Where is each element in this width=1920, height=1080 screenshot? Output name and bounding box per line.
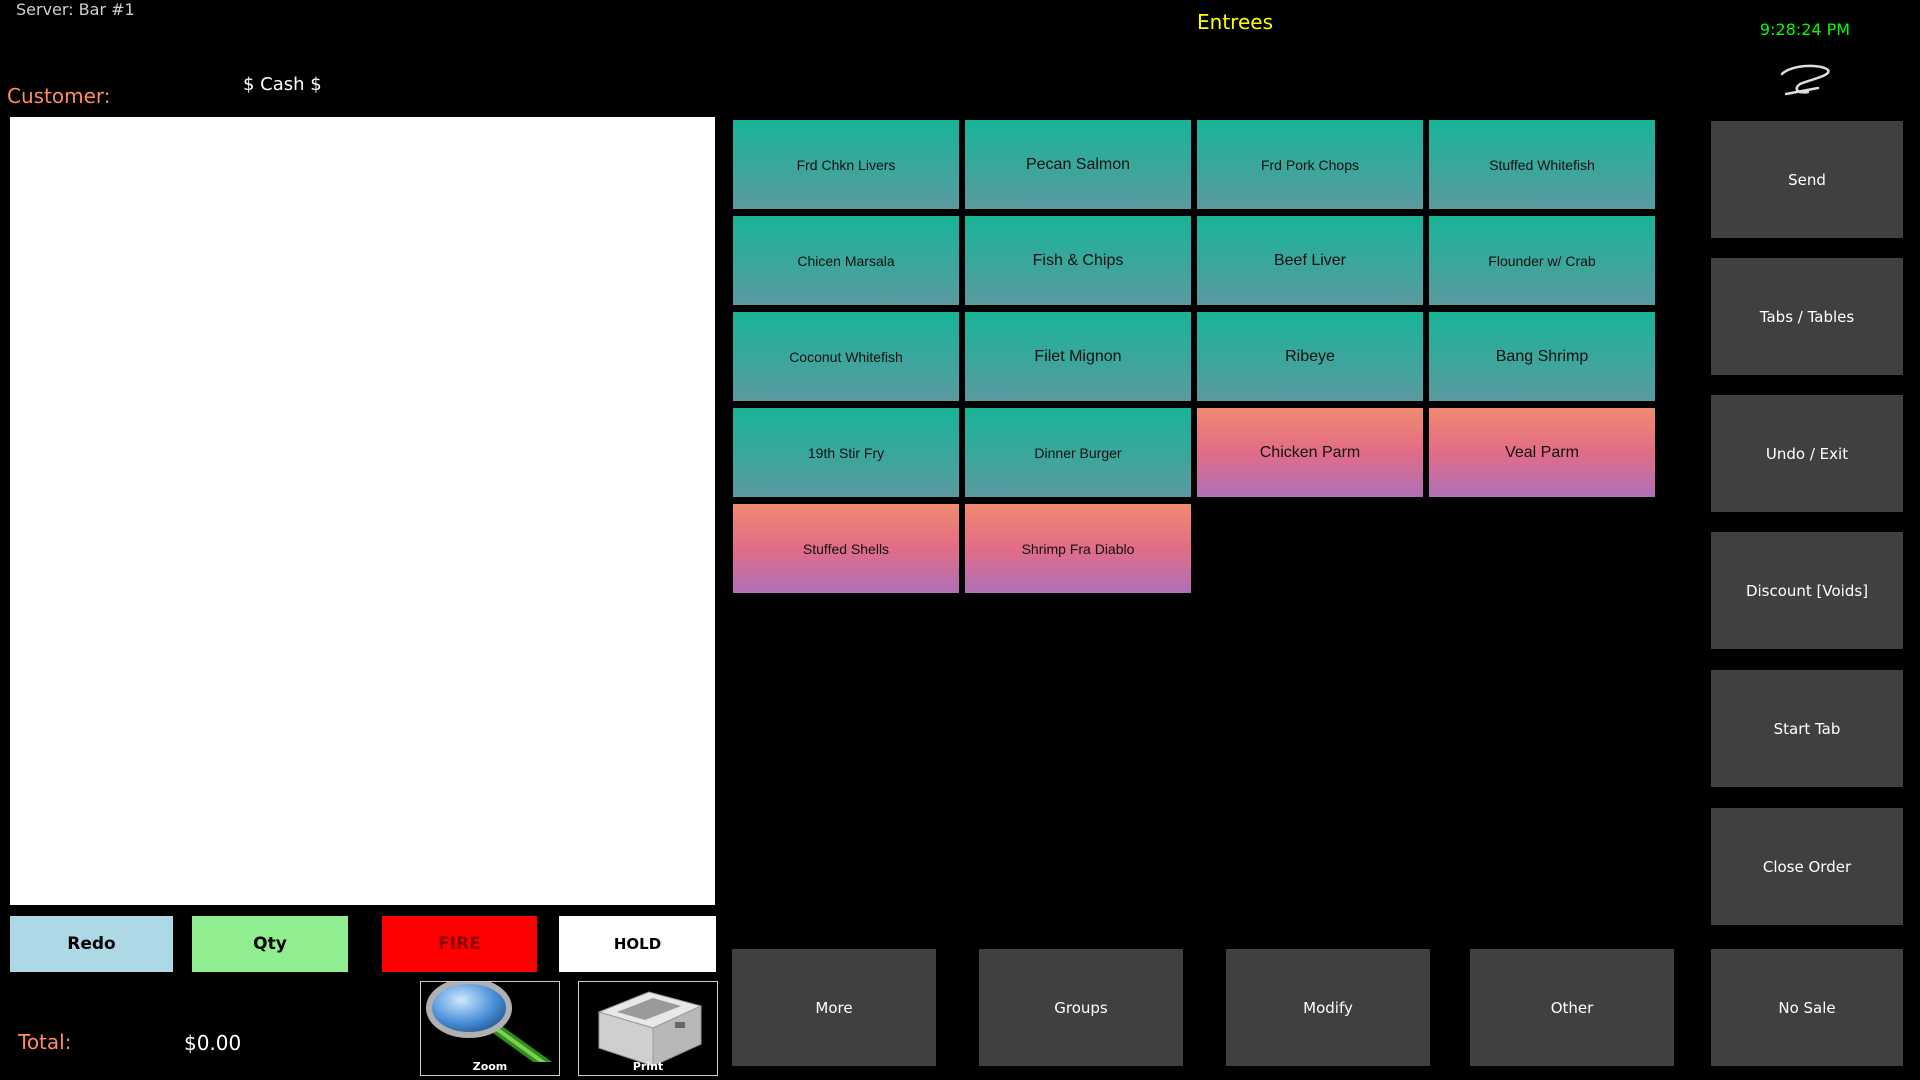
server-label: Server: Bar #1 xyxy=(16,0,135,19)
menu-item-button[interactable]: Dinner Burger xyxy=(965,408,1191,497)
menu-item-button[interactable]: Frd Chkn Livers xyxy=(733,120,959,209)
zoom-label: Zoom xyxy=(472,1060,508,1073)
side-button[interactable]: Close Order xyxy=(1711,808,1903,925)
magnifier-icon xyxy=(421,982,559,1074)
payment-type: $ Cash $ xyxy=(243,74,322,95)
clock: 9:28:24 PM xyxy=(1759,20,1851,39)
total-label: Total: xyxy=(18,1030,72,1054)
menu-item-button[interactable]: Shrimp Fra Diablo xyxy=(965,504,1191,593)
total-value: $0.00 xyxy=(184,1031,242,1055)
bottom-button[interactable]: Modify xyxy=(1226,949,1430,1066)
customer-label: Customer: xyxy=(7,84,111,108)
menu-item-button[interactable]: Ribeye xyxy=(1197,312,1423,401)
menu-item-button[interactable]: Chicken Parm xyxy=(1197,408,1423,497)
print-label: Print xyxy=(632,1060,664,1073)
category-title: Entrees xyxy=(1197,10,1273,34)
menu-item-button[interactable]: Beef Liver xyxy=(1197,216,1423,305)
menu-item-button[interactable]: Filet Mignon xyxy=(965,312,1191,401)
menu-item-button[interactable]: Stuffed Whitefish xyxy=(1429,120,1655,209)
side-button[interactable]: Start Tab xyxy=(1711,670,1903,787)
fire-button[interactable]: FIRE xyxy=(382,916,537,972)
bottom-button[interactable]: Other xyxy=(1470,949,1674,1066)
menu-item-button[interactable]: Bang Shrimp xyxy=(1429,312,1655,401)
pos-screen: Server: Bar #1 Entrees 9:28:24 PM Custom… xyxy=(0,0,1920,1080)
menu-item-button[interactable]: Veal Parm xyxy=(1429,408,1655,497)
side-button[interactable]: Undo / Exit xyxy=(1711,395,1903,512)
order-list[interactable] xyxy=(10,117,715,905)
qty-button[interactable]: Qty xyxy=(192,916,348,972)
menu-item-button[interactable]: Stuffed Shells xyxy=(733,504,959,593)
menu-item-button[interactable]: 19th Stir Fry xyxy=(733,408,959,497)
side-button[interactable]: Discount [Voids] xyxy=(1711,532,1903,649)
side-button[interactable]: Tabs / Tables xyxy=(1711,258,1903,375)
menu-item-button[interactable]: Flounder w/ Crab xyxy=(1429,216,1655,305)
menu-item-button[interactable]: Fish & Chips xyxy=(965,216,1191,305)
menu-item-button[interactable]: Coconut Whitefish xyxy=(733,312,959,401)
print-button[interactable]: Print xyxy=(578,981,718,1076)
menu-item-button[interactable]: Chicen Marsala xyxy=(733,216,959,305)
bottom-button[interactable]: More xyxy=(732,949,936,1066)
help-icon[interactable] xyxy=(1778,62,1832,98)
side-button[interactable]: Send xyxy=(1711,121,1903,238)
hold-button[interactable]: HOLD xyxy=(559,916,716,972)
bottom-button[interactable]: No Sale xyxy=(1711,949,1903,1066)
redo-button[interactable]: Redo xyxy=(10,916,173,972)
bottom-button[interactable]: Groups xyxy=(979,949,1183,1066)
zoom-button[interactable]: Zoom xyxy=(420,981,560,1076)
menu-item-button[interactable]: Pecan Salmon xyxy=(965,120,1191,209)
menu-item-button[interactable]: Frd Pork Chops xyxy=(1197,120,1423,209)
